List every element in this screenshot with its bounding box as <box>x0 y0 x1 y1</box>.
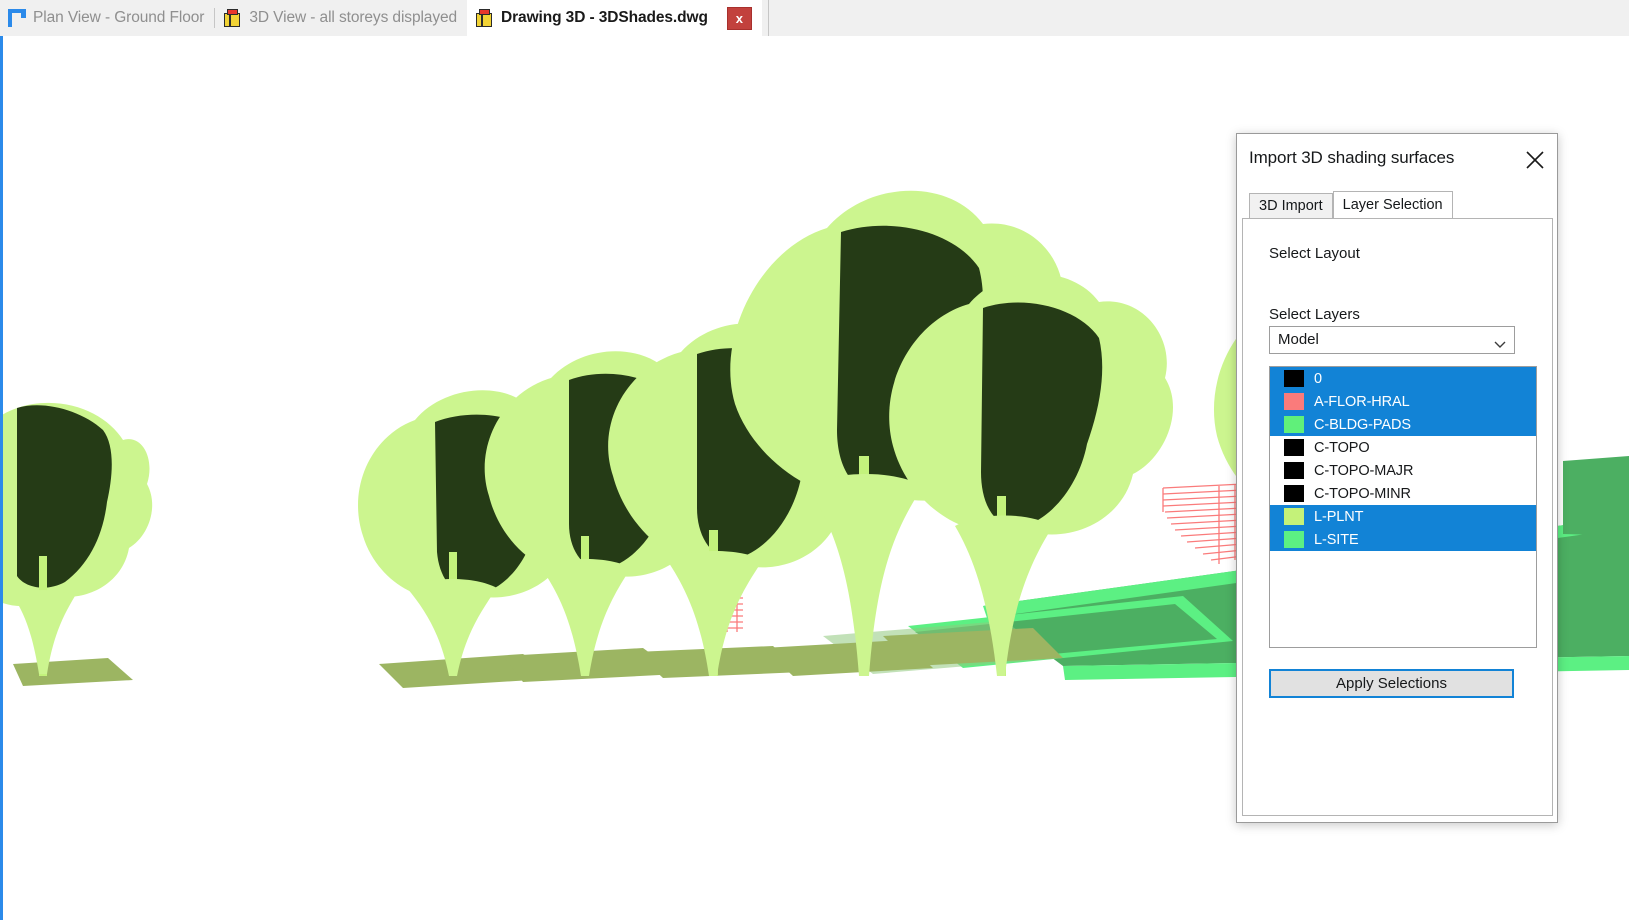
layer-color-swatch <box>1284 531 1304 548</box>
document-tab-bar: Plan View - Ground Floor 3D View - all s… <box>0 0 1629 36</box>
layer-row[interactable]: 0 <box>1270 367 1536 390</box>
tab-label: Drawing 3D - 3DShades.dwg <box>501 9 708 26</box>
layer-row[interactable]: A-FLOR-HRAL <box>1270 390 1536 413</box>
layer-name: L-SITE <box>1314 531 1359 548</box>
layer-row[interactable]: L-SITE <box>1270 528 1536 551</box>
layer-color-swatch <box>1284 416 1304 433</box>
dialog-title: Import 3D shading surfaces <box>1249 148 1455 167</box>
tab-3d-import[interactable]: 3D Import <box>1249 193 1333 218</box>
layer-name: C-TOPO-MAJR <box>1314 462 1414 479</box>
layer-name: 0 <box>1314 370 1322 387</box>
layer-color-swatch <box>1284 439 1304 456</box>
layer-name: C-TOPO <box>1314 439 1370 456</box>
select-layout-label: Select Layout <box>1269 245 1360 262</box>
layer-listbox[interactable]: 0 A-FLOR-HRAL C-BLDG-PADS C-TOPO C-TOPO-MAJR… <box>1269 366 1537 648</box>
apply-selections-button[interactable]: Apply Selections <box>1269 669 1514 698</box>
cube-icon <box>475 8 494 28</box>
import-3d-shading-surfaces-dialog: Import 3D shading surfaces 3D Import Lay… <box>1236 133 1558 823</box>
site-edge-strip <box>1563 456 1629 536</box>
tab-label: Plan View - Ground Floor <box>33 9 205 26</box>
layer-row[interactable]: C-BLDG-PADS <box>1270 413 1536 436</box>
layout-select[interactable]: Model <box>1269 326 1515 354</box>
application-window: Plan View - Ground Floor 3D View - all s… <box>0 0 1629 920</box>
cube-icon <box>223 8 242 28</box>
layer-name: C-TOPO-MINR <box>1314 485 1411 502</box>
tab-drawing-3d-3dshades-dwg[interactable]: Drawing 3D - 3DShades.dwg x <box>467 0 762 36</box>
layer-color-swatch <box>1284 508 1304 525</box>
tab-label: 3D View - all storeys displayed <box>249 9 458 26</box>
tab-plan-view-ground-floor[interactable]: Plan View - Ground Floor <box>0 0 215 36</box>
layout-select-value: Model <box>1278 331 1319 348</box>
select-layers-label: Select Layers <box>1269 306 1360 323</box>
dialog-tab-strip: 3D Import Layer Selection <box>1249 191 1557 218</box>
layer-name: L-PLNT <box>1314 508 1364 525</box>
layer-row[interactable]: C-TOPO-MAJR <box>1270 459 1536 482</box>
layer-color-swatch <box>1284 370 1304 387</box>
tab-layer-selection[interactable]: Layer Selection <box>1332 191 1453 218</box>
tree <box>3 402 153 676</box>
plan-view-icon <box>8 9 26 27</box>
tab-close-button[interactable]: x <box>726 6 752 30</box>
close-icon[interactable] <box>1521 146 1549 174</box>
layer-selection-panel: Select Layout Model Select Layers 0 A-FLO… <box>1242 218 1553 816</box>
layer-name: C-BLDG-PADS <box>1314 416 1411 433</box>
layer-row[interactable]: L-PLNT <box>1270 505 1536 528</box>
chevron-down-icon <box>1494 336 1506 348</box>
layer-color-swatch <box>1284 485 1304 502</box>
layer-name: A-FLOR-HRAL <box>1314 393 1410 410</box>
layer-row[interactable]: C-TOPO <box>1270 436 1536 459</box>
layer-color-swatch <box>1284 393 1304 410</box>
tab-3d-view-all-storeys[interactable]: 3D View - all storeys displayed <box>215 0 468 36</box>
layer-color-swatch <box>1284 462 1304 479</box>
tab-bar-filler <box>767 0 1629 36</box>
layer-row[interactable]: C-TOPO-MINR <box>1270 482 1536 505</box>
